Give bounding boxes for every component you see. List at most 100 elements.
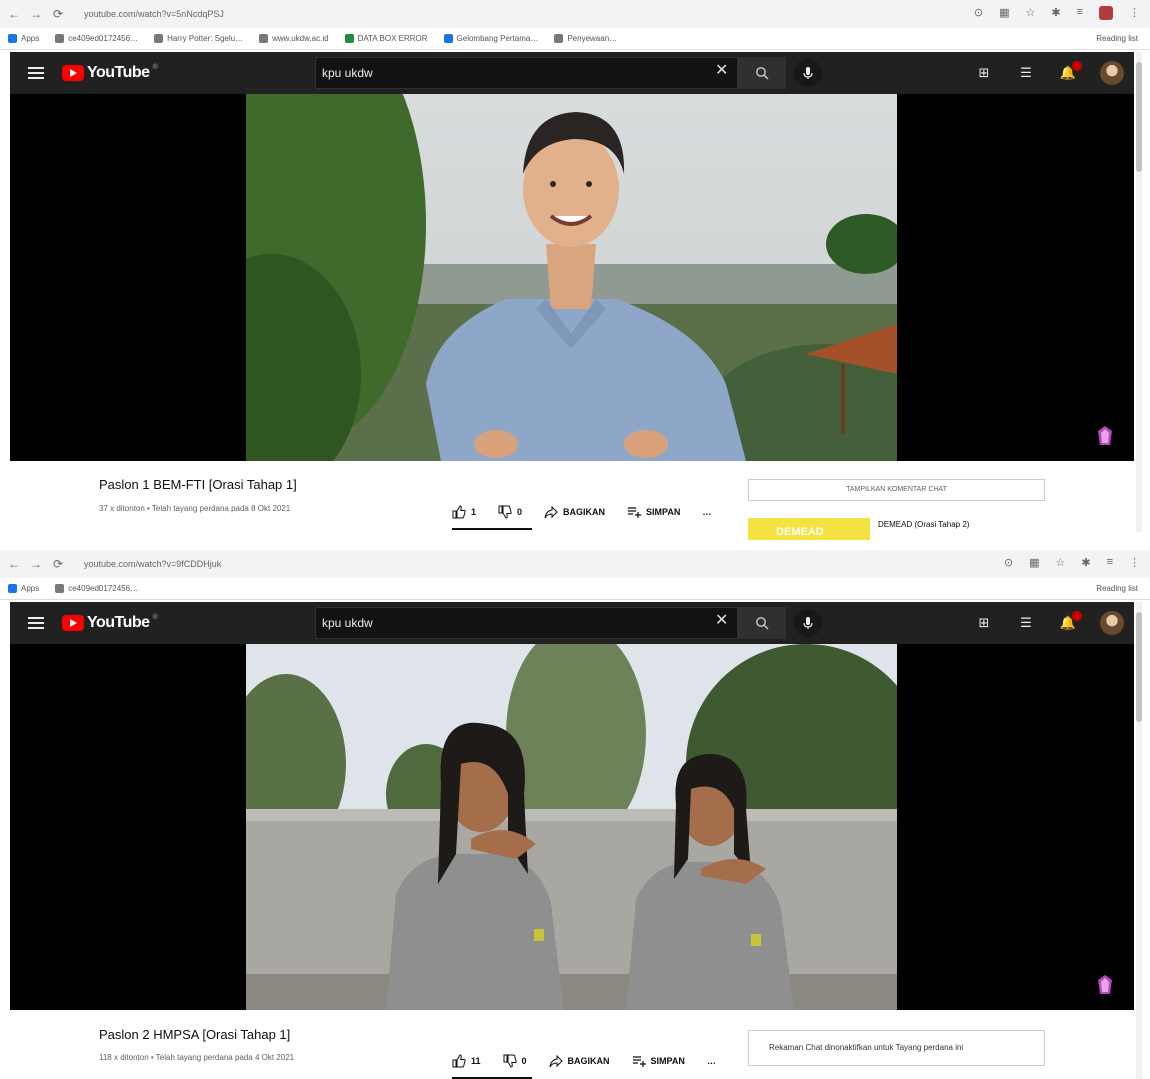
playlist-add-icon (632, 1056, 646, 1067)
reader-icon[interactable]: ▦ (1029, 556, 1039, 569)
more-actions-button[interactable]: … (702, 507, 711, 517)
dislike-button[interactable]: 0 (503, 1054, 527, 1068)
bookmark[interactable]: ce409ed0172456… (55, 584, 138, 593)
like-count: 1 (471, 507, 477, 517)
like-dislike-bar (452, 528, 532, 530)
url-field[interactable]: youtube.com/watch?v=9fCDDHjuk (76, 554, 956, 574)
notifications-icon[interactable]: 🔔 (1058, 61, 1082, 81)
back-icon[interactable]: ← (6, 7, 22, 21)
search-input[interactable]: kpu ukdw (315, 57, 738, 89)
hamburger-menu-icon[interactable] (28, 67, 44, 79)
clear-search-icon[interactable]: ✕ (715, 610, 728, 630)
search-button[interactable] (738, 607, 786, 639)
youtube-logo[interactable]: YouTube ® (62, 64, 158, 82)
bookmark-apps[interactable]: Apps (8, 34, 39, 43)
dislike-count: 0 (521, 1056, 527, 1066)
apps-icon[interactable]: ☰ (1016, 615, 1036, 631)
share-button[interactable]: BAGIKAN (549, 1054, 610, 1068)
bookmark-icon (554, 34, 564, 43)
video-player[interactable] (10, 94, 1134, 461)
profile-icon[interactable] (1099, 6, 1113, 20)
thumbs-up-icon (452, 1054, 466, 1068)
youtube-masthead: YouTube ® kpu ukdw ✕ ⊞ ☰ 🔔 (10, 52, 1134, 94)
dislike-count: 0 (517, 507, 523, 517)
bookmark[interactable]: Harry Potter: Sgelu… (154, 34, 243, 43)
forward-icon[interactable]: → (28, 557, 44, 571)
channel-watermark-icon[interactable] (1096, 974, 1114, 996)
video-player[interactable] (10, 644, 1134, 1010)
page-scrollbar[interactable] (1136, 52, 1142, 532)
page-scrollbar[interactable] (1136, 602, 1142, 1079)
url-field[interactable]: youtube.com/watch?v=5nNcdqPSJ (76, 4, 956, 24)
bookmarks-bar: Apps ce409ed0172456… Reading list (0, 578, 1150, 600)
youtube-masthead: YouTube ® kpu ukdw ✕ ⊞ ☰ 🔔 (10, 602, 1134, 644)
voice-search-button[interactable] (794, 59, 822, 87)
bookmark[interactable]: Penyewaan… (554, 34, 617, 43)
extensions-icon[interactable]: ✱ (1081, 556, 1090, 569)
video-title: Paslon 2 HMPSA [Orasi Tahap 1] (99, 1027, 291, 1042)
globe-icon (55, 34, 65, 43)
video-frame[interactable] (246, 644, 897, 1010)
star-icon[interactable]: ☆ (1055, 556, 1065, 569)
youtube-logo[interactable]: YouTube ® (62, 614, 158, 632)
hamburger-menu-icon[interactable] (28, 617, 44, 629)
bookmarks-bar: Apps ce409ed0172456… Harry Potter: Sgelu… (0, 28, 1150, 50)
screenshot-1: ← → ⟳ youtube.com/watch?v=5nNcdqPSJ ⊙ ▦ … (0, 0, 1150, 540)
create-video-icon[interactable]: ⊞ (974, 615, 994, 631)
channel-watermark-icon[interactable] (1096, 425, 1114, 447)
extensions-icon[interactable]: ✱ (1051, 6, 1060, 20)
playlist-add-icon (628, 507, 642, 518)
reader-icon[interactable]: ▦ (999, 6, 1009, 20)
save-button[interactable]: SIMPAN (627, 505, 680, 519)
reload-icon[interactable]: ⟳ (50, 7, 66, 21)
voice-search-button[interactable] (794, 609, 822, 637)
back-icon[interactable]: ← (6, 557, 22, 571)
bookmark[interactable]: www.ukdw.ac.id (259, 34, 329, 43)
thumbs-down-icon (498, 505, 512, 519)
bookmark[interactable]: ce409ed0172456… (55, 34, 138, 43)
bookmark[interactable]: Gelombang Pertama… (443, 34, 538, 43)
media-icon[interactable]: ≡ (1077, 6, 1083, 20)
share-button[interactable]: BAGIKAN (544, 505, 605, 519)
google-lens-icon[interactable]: ⊙ (974, 6, 983, 20)
scrollbar-thumb[interactable] (1136, 612, 1142, 722)
scrollbar-thumb[interactable] (1136, 62, 1142, 172)
dislike-button[interactable]: 0 (498, 505, 522, 519)
bookmark[interactable]: DATA BOX ERROR (344, 34, 428, 43)
search-input[interactable]: kpu ukdw (315, 607, 738, 639)
more-actions-button[interactable]: … (707, 1056, 716, 1066)
search-icon (756, 67, 769, 80)
show-chat-button[interactable]: TAMPILKAN KOMENTAR CHAT (748, 479, 1045, 501)
forward-icon[interactable]: → (28, 7, 44, 21)
avatar[interactable] (1100, 61, 1124, 85)
thumbs-up-icon (452, 505, 466, 519)
video-frame[interactable] (246, 94, 897, 461)
next-video-thumbnail[interactable]: DEMEAD (748, 518, 870, 540)
reading-list[interactable]: Reading list (1096, 34, 1138, 43)
docs-icon (443, 34, 453, 43)
video-meta: 37 x ditonton • Telah tayang perdana pad… (99, 504, 291, 513)
avatar[interactable] (1100, 611, 1124, 635)
save-button[interactable]: SIMPAN (632, 1054, 685, 1068)
like-button[interactable]: 1 (452, 505, 476, 519)
like-button[interactable]: 11 (452, 1054, 481, 1068)
apps-icon[interactable]: ☰ (1016, 65, 1036, 81)
chat-disabled-notice: Rekaman Chat dinonaktifkan untuk Tayang … (748, 1030, 1045, 1066)
notifications-icon[interactable]: 🔔 (1058, 611, 1082, 631)
address-bar-row: ← → ⟳ youtube.com/watch?v=9fCDDHjuk ⊙ ▦ … (0, 550, 1150, 578)
bookmark-apps[interactable]: Apps (8, 584, 39, 593)
media-icon[interactable]: ≡ (1107, 556, 1113, 569)
clear-search-icon[interactable]: ✕ (715, 60, 728, 80)
reading-list[interactable]: Reading list (1096, 584, 1138, 593)
reload-icon[interactable]: ⟳ (50, 557, 66, 571)
like-count: 11 (471, 1056, 481, 1066)
google-lens-icon[interactable]: ⊙ (1004, 556, 1013, 569)
star-icon[interactable]: ☆ (1025, 6, 1035, 20)
video-title: Paslon 1 BEM-FTI [Orasi Tahap 1] (99, 477, 297, 492)
next-video-title[interactable]: DEMEAD (Orasi Tahap 2) (878, 520, 969, 529)
kebab-menu-icon[interactable]: ⋮ (1129, 556, 1140, 569)
create-video-icon[interactable]: ⊞ (974, 65, 994, 81)
kebab-menu-icon[interactable]: ⋮ (1129, 6, 1140, 20)
microphone-icon (803, 67, 813, 79)
search-button[interactable] (738, 57, 786, 89)
